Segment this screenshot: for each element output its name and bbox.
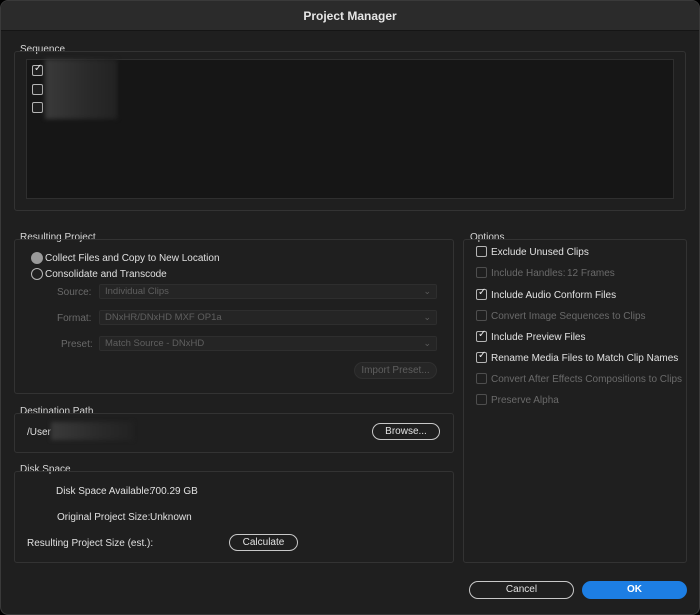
- include-handles-checkbox[interactable]: [476, 267, 487, 278]
- destination-path-value: /User: [27, 427, 51, 438]
- convert-image-sequences-checkbox[interactable]: [476, 310, 487, 321]
- chevron-down-icon: ⌄: [423, 286, 431, 296]
- disk-space-available-value: 700.29 GB: [150, 486, 198, 497]
- rename-media-files-checkbox[interactable]: [476, 350, 487, 363]
- import-preset-button[interactable]: Import Preset...: [354, 362, 437, 379]
- source-value: Individual Clips: [105, 286, 169, 297]
- consolidate-transcode-radio[interactable]: [31, 268, 43, 280]
- browse-button[interactable]: Browse...: [372, 423, 440, 440]
- project-manager-dialog: Project Manager Sequence Resulting Proje…: [0, 0, 700, 615]
- sequence-checkbox[interactable]: [32, 102, 43, 113]
- consolidate-transcode-label: Consolidate and Transcode: [45, 269, 167, 280]
- exclude-unused-clips-label: Exclude Unused Clips: [491, 247, 589, 258]
- collect-files-label: Collect Files and Copy to New Location: [45, 253, 220, 264]
- include-preview-files-label: Include Preview Files: [491, 332, 586, 343]
- preserve-alpha-label: Preserve Alpha: [491, 395, 559, 406]
- convert-after-effects-checkbox[interactable]: [476, 373, 487, 384]
- include-preview-files-checkbox[interactable]: [476, 329, 487, 342]
- sequence-list[interactable]: [26, 59, 674, 199]
- resulting-project-size-label: Resulting Project Size (est.):: [27, 538, 154, 549]
- sequence-checkbox[interactable]: [32, 84, 43, 95]
- redacted-path: [51, 422, 133, 440]
- format-value: DNxHR/DNxHD MXF OP1a: [105, 312, 222, 323]
- redacted-sequence-names: [45, 59, 117, 119]
- preset-label: Preset:: [61, 339, 93, 350]
- chevron-down-icon: ⌄: [423, 312, 431, 322]
- original-project-size-label: Original Project Size:: [57, 512, 151, 523]
- source-label: Source:: [57, 287, 92, 298]
- exclude-unused-clips-checkbox[interactable]: [476, 246, 487, 257]
- convert-after-effects-label: Convert After Effects Compositions to Cl…: [491, 374, 683, 385]
- preserve-alpha-checkbox[interactable]: [476, 394, 487, 405]
- include-handles-value[interactable]: 12 Frames: [567, 268, 615, 279]
- preset-select[interactable]: Match Source - DNxHD ⌄: [99, 336, 437, 351]
- convert-image-sequences-label: Convert Image Sequences to Clips: [491, 311, 646, 322]
- disk-space-available-label: Disk Space Available:: [56, 486, 152, 497]
- format-select[interactable]: DNxHR/DNxHD MXF OP1a ⌄: [99, 310, 437, 325]
- calculate-button[interactable]: Calculate: [229, 534, 298, 551]
- include-audio-conform-files-label: Include Audio Conform Files: [491, 290, 617, 301]
- ok-button[interactable]: OK: [582, 581, 687, 599]
- collect-files-radio[interactable]: [31, 252, 43, 264]
- include-audio-conform-files-checkbox[interactable]: [476, 287, 487, 300]
- sequence-checkbox[interactable]: [32, 63, 43, 76]
- format-label: Format:: [57, 313, 92, 324]
- source-select[interactable]: Individual Clips ⌄: [99, 284, 437, 299]
- dialog-title: Project Manager: [1, 1, 699, 31]
- include-handles-label: Include Handles:: [491, 268, 566, 279]
- rename-media-files-label: Rename Media Files to Match Clip Names: [491, 353, 679, 364]
- preset-value: Match Source - DNxHD: [105, 338, 205, 349]
- original-project-size-value: Unknown: [150, 512, 192, 523]
- chevron-down-icon: ⌄: [423, 338, 431, 348]
- cancel-button[interactable]: Cancel: [469, 581, 574, 599]
